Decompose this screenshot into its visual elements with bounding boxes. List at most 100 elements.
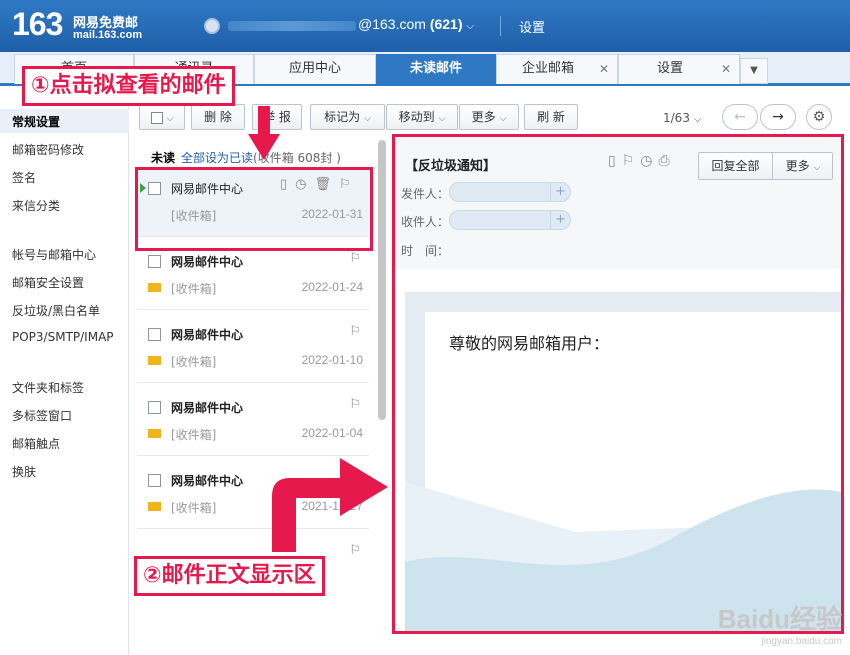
next-page-button[interactable]: → (760, 104, 796, 130)
add-contact-icon[interactable]: + (550, 182, 570, 202)
tab-label: 企业邮箱 (521, 61, 574, 76)
sidebar-item-pop3[interactable]: POP3/SMTP/IMAP (12, 330, 114, 344)
clock-icon[interactable]: ◷ (640, 153, 658, 169)
sidebar-item-antispam[interactable]: 反垃圾/黑白名单 (12, 302, 100, 319)
header-divider (500, 16, 501, 36)
sidebar-item-account-center[interactable]: 帐号与邮箱中心 (12, 246, 96, 263)
close-icon[interactable]: ✕ (599, 55, 609, 83)
refresh-button[interactable]: 刷 新 (524, 104, 578, 130)
delete-button[interactable]: 删 除 (191, 104, 245, 130)
move-to-label: 移动到 (398, 110, 435, 124)
sidebar-item-skin[interactable]: 换肤 (12, 463, 36, 480)
flag-icon[interactable]: ⚐ (349, 543, 361, 558)
logo-en-text: mail.163.com (73, 29, 143, 41)
reply-all-button[interactable]: 回复全部 (699, 153, 773, 179)
tab-app-center[interactable]: 应用中心 (254, 54, 376, 84)
mail-row[interactable]: 网易邮件中心 ⚐ [收件箱] 2022-01-10 (137, 313, 369, 383)
unread-label: 未读 (151, 151, 176, 165)
unread-envelope-icon (148, 502, 161, 511)
unread-envelope-icon (148, 429, 161, 438)
mail-row-checkbox[interactable] (148, 255, 161, 268)
page-indicator[interactable]: 1/63 ⌵ (663, 111, 701, 125)
annotation-step1: ①点击拟查看的邮件 (22, 66, 235, 106)
mail-row[interactable]: 网易邮件中心 ⚐ [收件箱] 2022-01-04 (137, 386, 369, 456)
reply-group: 回复全部 更多 ⌵ (698, 152, 833, 180)
account-domain: @163.com (358, 16, 426, 32)
more-dropdown[interactable]: 更多 ⌵ (459, 104, 519, 130)
account-name-redacted (228, 21, 356, 31)
chevron-down-icon: ⌵ (466, 21, 474, 32)
mail-row-checkbox[interactable] (148, 474, 161, 487)
chevron-down-icon: ⌵ (438, 114, 446, 124)
reader-more-dropdown[interactable]: 更多 ⌵ (773, 153, 833, 179)
mail-folder: [收件箱] (171, 428, 217, 442)
arrow-left-icon: ← (734, 109, 746, 125)
from-field[interactable]: + (449, 182, 571, 202)
flag-icon[interactable]: ⚐ (349, 251, 361, 266)
tab-label: 应用中心 (288, 61, 341, 76)
mail-date: 2022-01-04 (301, 426, 363, 440)
annotation-step2: ②邮件正文显示区 (134, 556, 325, 596)
flag-icon[interactable]: ⚐ (349, 397, 361, 412)
mark-as-dropdown[interactable]: 标记为 ⌵ (310, 104, 385, 130)
mail-row[interactable]: 网易邮件中心 ⚐ [收件箱] 2021-12-27 (137, 459, 369, 529)
tab-enterprise-mail[interactable]: 企业邮箱 ✕ (496, 54, 618, 84)
tab-unread-mail[interactable]: 未读邮件 (376, 54, 496, 84)
mail-folder: [收件箱] (171, 501, 217, 515)
sidebar-item-touchpoint[interactable]: 邮箱触点 (12, 435, 60, 452)
mail-row-checkbox[interactable] (148, 401, 161, 414)
flag-icon[interactable]: ⚐ (349, 324, 361, 339)
prev-page-button[interactable]: ← (722, 104, 758, 130)
sidebar-item-password[interactable]: 邮箱密码修改 (12, 141, 84, 158)
account-avatar-icon[interactable] (204, 18, 220, 34)
close-icon[interactable]: ✕ (721, 55, 731, 83)
time-label: 时 间： (401, 244, 450, 258)
sidebar-item-general[interactable]: 常规设置 (12, 113, 60, 130)
mail-body: 尊敬的网易邮箱用户： (405, 292, 841, 631)
select-all-dropdown[interactable]: ⌵ (139, 104, 185, 130)
logo-number[interactable]: 163 (12, 6, 63, 43)
gear-icon: ⚙ (812, 109, 826, 125)
unread-envelope-icon (148, 356, 161, 365)
bookmark-icon[interactable]: ▯ (608, 153, 622, 169)
selected-mail-highlight (135, 167, 373, 251)
pager-text: 1/63 (663, 111, 690, 125)
mark-all-read-link[interactable]: 全部设为已读 (181, 151, 253, 165)
mail-date: 2021-12-27 (301, 499, 363, 513)
mark-as-label: 标记为 (324, 110, 361, 124)
flag-icon[interactable]: ⚐ (622, 153, 641, 169)
mail-folder: [收件箱] (171, 282, 217, 296)
sidebar-item-security[interactable]: 邮箱安全设置 (12, 274, 84, 291)
chevron-down-icon: ⌵ (693, 114, 702, 125)
add-contact-icon[interactable]: + (550, 210, 570, 230)
mail-list-scrollbar[interactable] (378, 140, 386, 420)
decorative-wave (405, 482, 841, 631)
annotation-arrow-down-icon (248, 134, 280, 160)
sidebar-item-folders-tags[interactable]: 文件夹和标签 (12, 379, 84, 396)
chevron-down-icon: ⌵ (813, 163, 821, 173)
tab-settings[interactable]: 设置 ✕ (618, 54, 740, 84)
move-to-dropdown[interactable]: 移动到 ⌵ (386, 104, 458, 130)
tab-more-dropdown[interactable]: ▼ (740, 58, 768, 84)
mail-row-checkbox[interactable] (148, 328, 161, 341)
print-icon[interactable]: ⎙ (659, 153, 676, 169)
reader-more-label: 更多 (785, 159, 810, 173)
mail-sender: 网易邮件中心 (171, 474, 244, 488)
checkbox[interactable] (150, 111, 163, 124)
flag-icon[interactable]: ⚐ (349, 470, 361, 485)
mail-sender: 网易邮件中心 (171, 328, 244, 342)
chevron-down-icon: ⌵ (499, 114, 507, 124)
sidebar-item-multi-tab[interactable]: 多标签窗口 (12, 407, 72, 424)
to-label: 收件人： (401, 215, 450, 229)
unread-count: (621) (429, 16, 463, 32)
mail-sender: 网易邮件中心 (171, 255, 244, 269)
sidebar-item-mail-sorting[interactable]: 来信分类 (12, 197, 60, 214)
settings-gear-button[interactable]: ⚙ (806, 104, 832, 130)
mail-date: 2022-01-10 (301, 353, 363, 367)
header-settings-link[interactable]: 设置 (519, 17, 545, 36)
sidebar-item-signature[interactable]: 签名 (12, 169, 36, 186)
account-menu[interactable]: @163.com (621) ⌵ (358, 16, 474, 32)
to-field[interactable]: + (449, 210, 571, 230)
tab-label: 设置 (656, 61, 683, 76)
baidu-watermark: Baidu经验 jingyan.baidu.com (718, 599, 842, 647)
